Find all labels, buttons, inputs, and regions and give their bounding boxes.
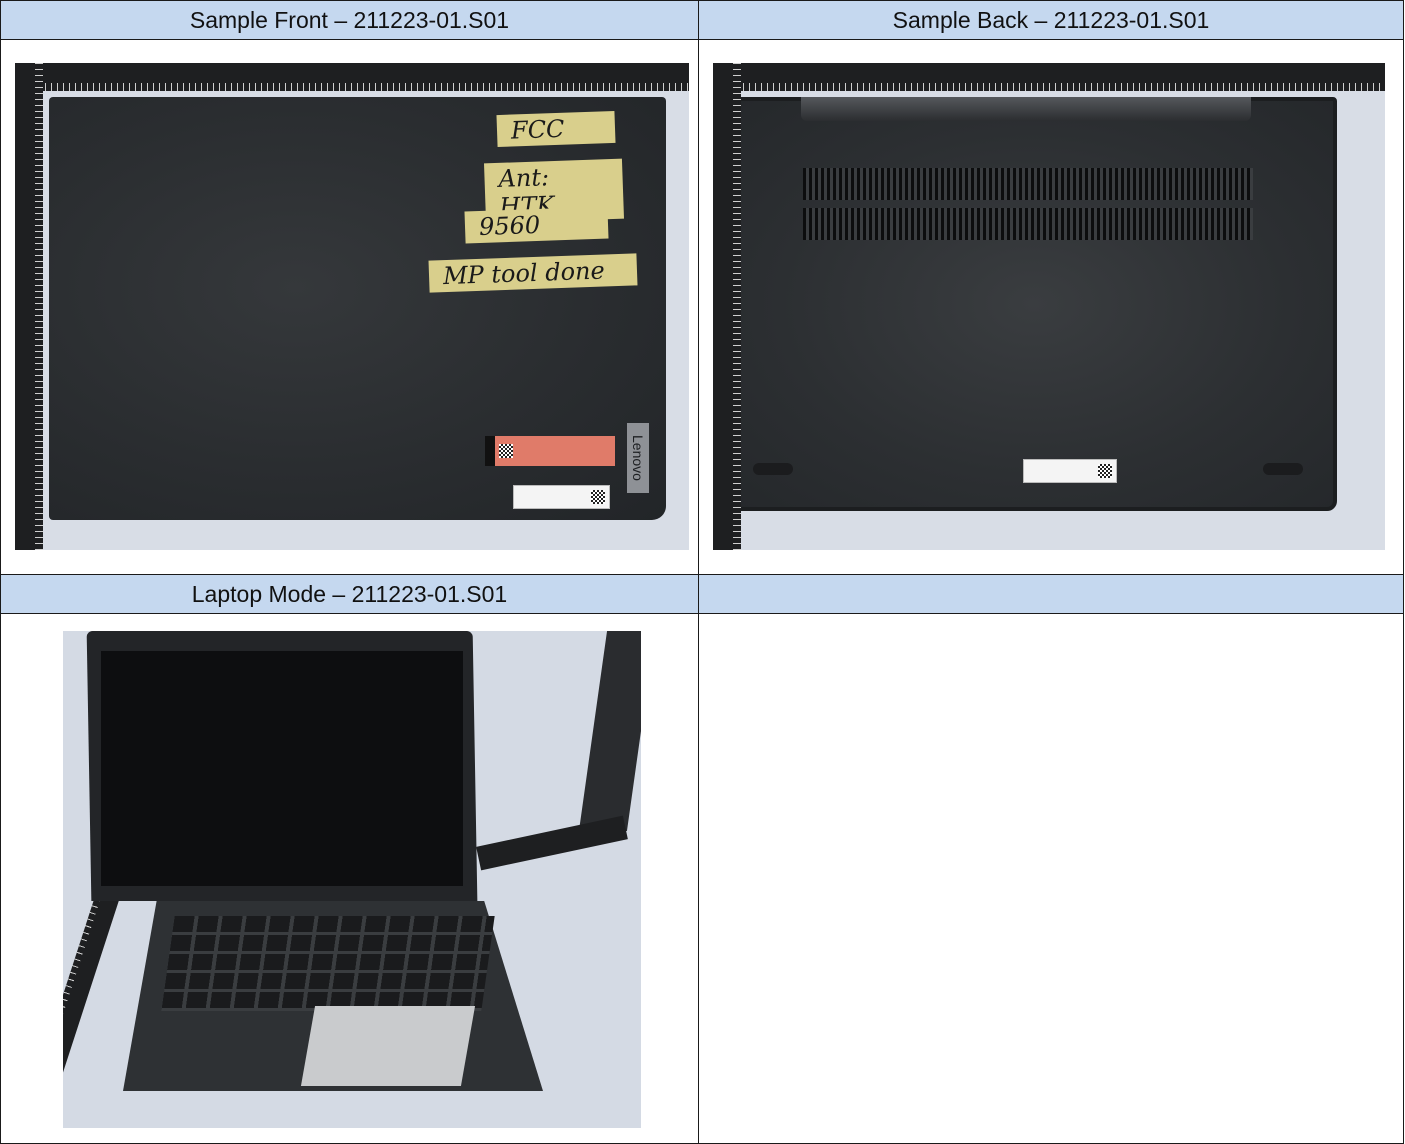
lenovo-logo: Lenovo [627,423,649,493]
ruler-top [713,63,1385,91]
header-empty [698,574,1404,614]
qr-code-icon [1098,464,1112,478]
asset-tag-sticker [513,485,610,509]
sample-front-photo: FCC Ant: HTK 9560 MP tool done Lenovo [15,63,689,550]
ruler-left [713,63,741,550]
empty-cell [698,613,1404,1144]
tape-label-fcc: FCC [496,110,616,148]
laptop-mode-photo [63,631,641,1128]
ruler-top [15,63,689,91]
sample-front-cell: FCC Ant: HTK 9560 MP tool done Lenovo [0,39,699,575]
header-sample-front: Sample Front – 211223-01.S01 [0,0,699,40]
qr-code-icon [591,490,605,504]
ruler-horizontal [476,815,628,871]
asset-tag-sticker [1023,459,1117,483]
sample-back-photo [713,63,1385,550]
rubber-foot [753,463,793,475]
vent-grille [803,168,1253,200]
serial-sticker [485,436,615,466]
header-laptop-mode: Laptop Mode – 211223-01.S01 [0,574,699,614]
laptop-mode-cell [0,613,699,1144]
rubber-foot [1263,463,1303,475]
hinge [801,97,1251,121]
laptop-base [731,97,1337,511]
ruler-left [15,63,43,550]
header-sample-back: Sample Back – 211223-01.S01 [698,0,1404,40]
sample-back-cell [698,39,1404,575]
touchpad [300,1006,476,1086]
keyboard [161,916,495,1011]
qr-code-icon [499,444,513,458]
background-panel [578,631,641,831]
sample-photo-table: Sample Front – 211223-01.S01 Sample Back… [0,0,1404,1144]
display-screen [101,651,463,886]
vent-grille [803,208,1253,240]
tape-label-model: 9560 [464,206,609,244]
